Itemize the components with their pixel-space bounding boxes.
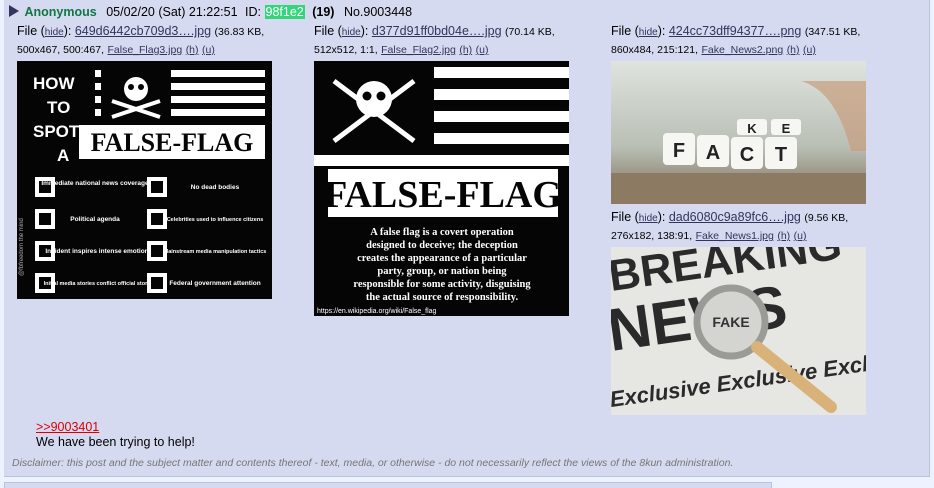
guide-item-2: No dead bodies — [191, 184, 240, 191]
file-label: File — [611, 24, 632, 38]
hide-file-link[interactable]: hide — [342, 27, 361, 38]
image-side-text: @fbfreedom the mind — [19, 218, 25, 276]
file-3-info: File (hide): 424cc73dff94377….png (347.5… — [611, 24, 861, 56]
cube-letter: F — [673, 140, 685, 162]
file-label: File — [17, 24, 38, 38]
hide-image-link[interactable]: (h) — [787, 44, 800, 56]
hide-image-link[interactable]: (h) — [459, 44, 472, 56]
file-size: (9.56 KB, — [804, 212, 849, 224]
file-label: File — [314, 24, 335, 38]
unhide-link[interactable]: (u) — [202, 44, 215, 56]
file-3-link[interactable]: 424cc73dff94377….png — [669, 24, 802, 38]
definition-line-2: designed to deceive; the deception — [366, 240, 518, 251]
original-filename-link[interactable]: Fake_News1.jpg — [696, 230, 774, 242]
next-post-edge — [4, 482, 772, 488]
guide-item-1: Immediate national news coverage — [41, 180, 149, 187]
definition-line-6: the actual source of responsibility. — [366, 292, 519, 303]
file-2-link[interactable]: d377d91ff0bd04e….jpg — [372, 24, 502, 38]
breaking-news-image[interactable]: BREAKING NEWS Exclusive Exclusive Excl F… — [611, 247, 866, 415]
guide-item-3: Political agenda — [70, 216, 120, 223]
unhide-link[interactable]: (u) — [803, 44, 816, 56]
poster-id-count: (19) — [312, 5, 335, 19]
original-filename-link[interactable]: False_Flag2.jpg — [381, 44, 456, 56]
fact-fake-cubes-image[interactable]: F A C T K E — [611, 61, 866, 204]
file-size: (70.14 KB, — [505, 26, 555, 38]
false-flag-definition-image[interactable]: FALSE-FLAG A false flag is a covert oper… — [314, 61, 569, 316]
hide-file-link[interactable]: hide — [639, 213, 658, 224]
file-4-info: File (hide): dad6080c9a89fc6….jpg (9.56 … — [611, 210, 849, 242]
hide-image-link[interactable]: (h) — [777, 230, 790, 242]
unhide-link[interactable]: (u) — [794, 230, 807, 242]
hide-image-link[interactable]: (h) — [186, 44, 199, 56]
guide-item-6: Mainstream media manipulation tactics — [164, 249, 267, 255]
guide-item-4: Celebrities used to influence citizens — [167, 217, 264, 223]
file-label: File — [611, 210, 632, 224]
image-banner: FALSE-FLAG — [91, 128, 254, 157]
image-heading-2: TO — [47, 98, 70, 117]
image-heading-1: HOW — [33, 74, 76, 93]
image-banner: FALSE-FLAG — [324, 174, 562, 216]
hide-file-link[interactable]: hide — [45, 27, 64, 38]
definition-line-4: party, group, or nation being — [377, 266, 507, 277]
file-3: File (hide): 424cc73dff94377….png (347.5… — [611, 23, 911, 58]
file-2-info: File (hide): d377d91ff0bd04e….jpg (70.14… — [314, 24, 555, 56]
file-1-link[interactable]: 649d6442cb709d3….jpg — [75, 24, 211, 38]
image-url: https://en.wikipedia.org/wiki/False_flag — [317, 308, 437, 315]
hide-file-link[interactable]: hide — [639, 27, 658, 38]
file-2: File (hide): d377d91ff0bd04e….jpg (70.14… — [314, 23, 594, 58]
image-heading-4: A — [57, 146, 69, 165]
image-heading-3: SPOT — [33, 122, 80, 141]
cube-letter-top: E — [782, 121, 791, 136]
file-1-info: File (hide): 649d6442cb709d3….jpg (36.83… — [17, 24, 265, 56]
quote-link[interactable]: >>9003401 — [36, 420, 99, 434]
definition-line-5: responsible for some activity, disguisin… — [353, 279, 531, 290]
post-number[interactable]: No.9003448 — [344, 5, 412, 19]
post-disclaimer: Disclaimer: this post and the subject ma… — [12, 457, 734, 469]
file-size: (347.51 KB, — [804, 26, 861, 38]
magnified-word: FAKE — [712, 314, 749, 330]
guide-item-5: Incident inspires intense emotion — [45, 248, 148, 255]
cube-letter: C — [740, 144, 754, 166]
poster-name: Anonymous — [24, 5, 97, 19]
file-size: (36.83 KB, — [214, 26, 265, 38]
original-filename-link[interactable]: False_Flag3.jpg — [107, 44, 182, 56]
file-dims: 276x182, 138:91, — [611, 230, 693, 242]
file-dims: 860x484, 215:121, — [611, 44, 698, 56]
false-flag-guide-image[interactable]: HOW TO SPOT A FALSE-FLAG @fbfreedom the … — [17, 61, 272, 299]
guide-item-8: Federal government attention — [169, 280, 260, 287]
file-1: File (hide): 649d6442cb709d3….jpg (36.83… — [17, 23, 287, 58]
cube-letter-top: K — [747, 121, 757, 136]
post-intro: Anonymous 05/02/20 (Sat) 21:22:51 ID: 98… — [9, 5, 412, 19]
unhide-link[interactable]: (u) — [476, 44, 489, 56]
guide-item-7: Initial media stories conflict official … — [44, 281, 152, 287]
skull-icon — [124, 77, 148, 101]
file-4: File (hide): dad6080c9a89fc6….jpg (9.56 … — [611, 209, 911, 244]
cube-letter: T — [775, 144, 787, 166]
post-datetime: 05/02/20 (Sat) 21:22:51 — [106, 5, 238, 19]
post-container: Anonymous 05/02/20 (Sat) 21:22:51 ID: 98… — [4, 0, 930, 477]
file-dims: 512x512, 1:1, — [314, 44, 378, 56]
poster-id-label: ID: — [245, 5, 262, 19]
definition-line-1: A false flag is a covert operation — [370, 227, 514, 238]
post-message: We have been trying to help! — [36, 435, 195, 449]
definition-line-3: creates the appearance of a particular — [357, 253, 527, 264]
original-filename-link[interactable]: Fake_News2.png — [701, 44, 783, 56]
cube-letter: A — [706, 142, 720, 164]
file-4-link[interactable]: dad6080c9a89fc6….jpg — [669, 210, 801, 224]
poster-id[interactable]: 98f1e2 — [264, 5, 305, 19]
post-menu-arrow-icon[interactable] — [9, 5, 19, 17]
file-dims: 500x467, 500:467, — [17, 44, 104, 56]
